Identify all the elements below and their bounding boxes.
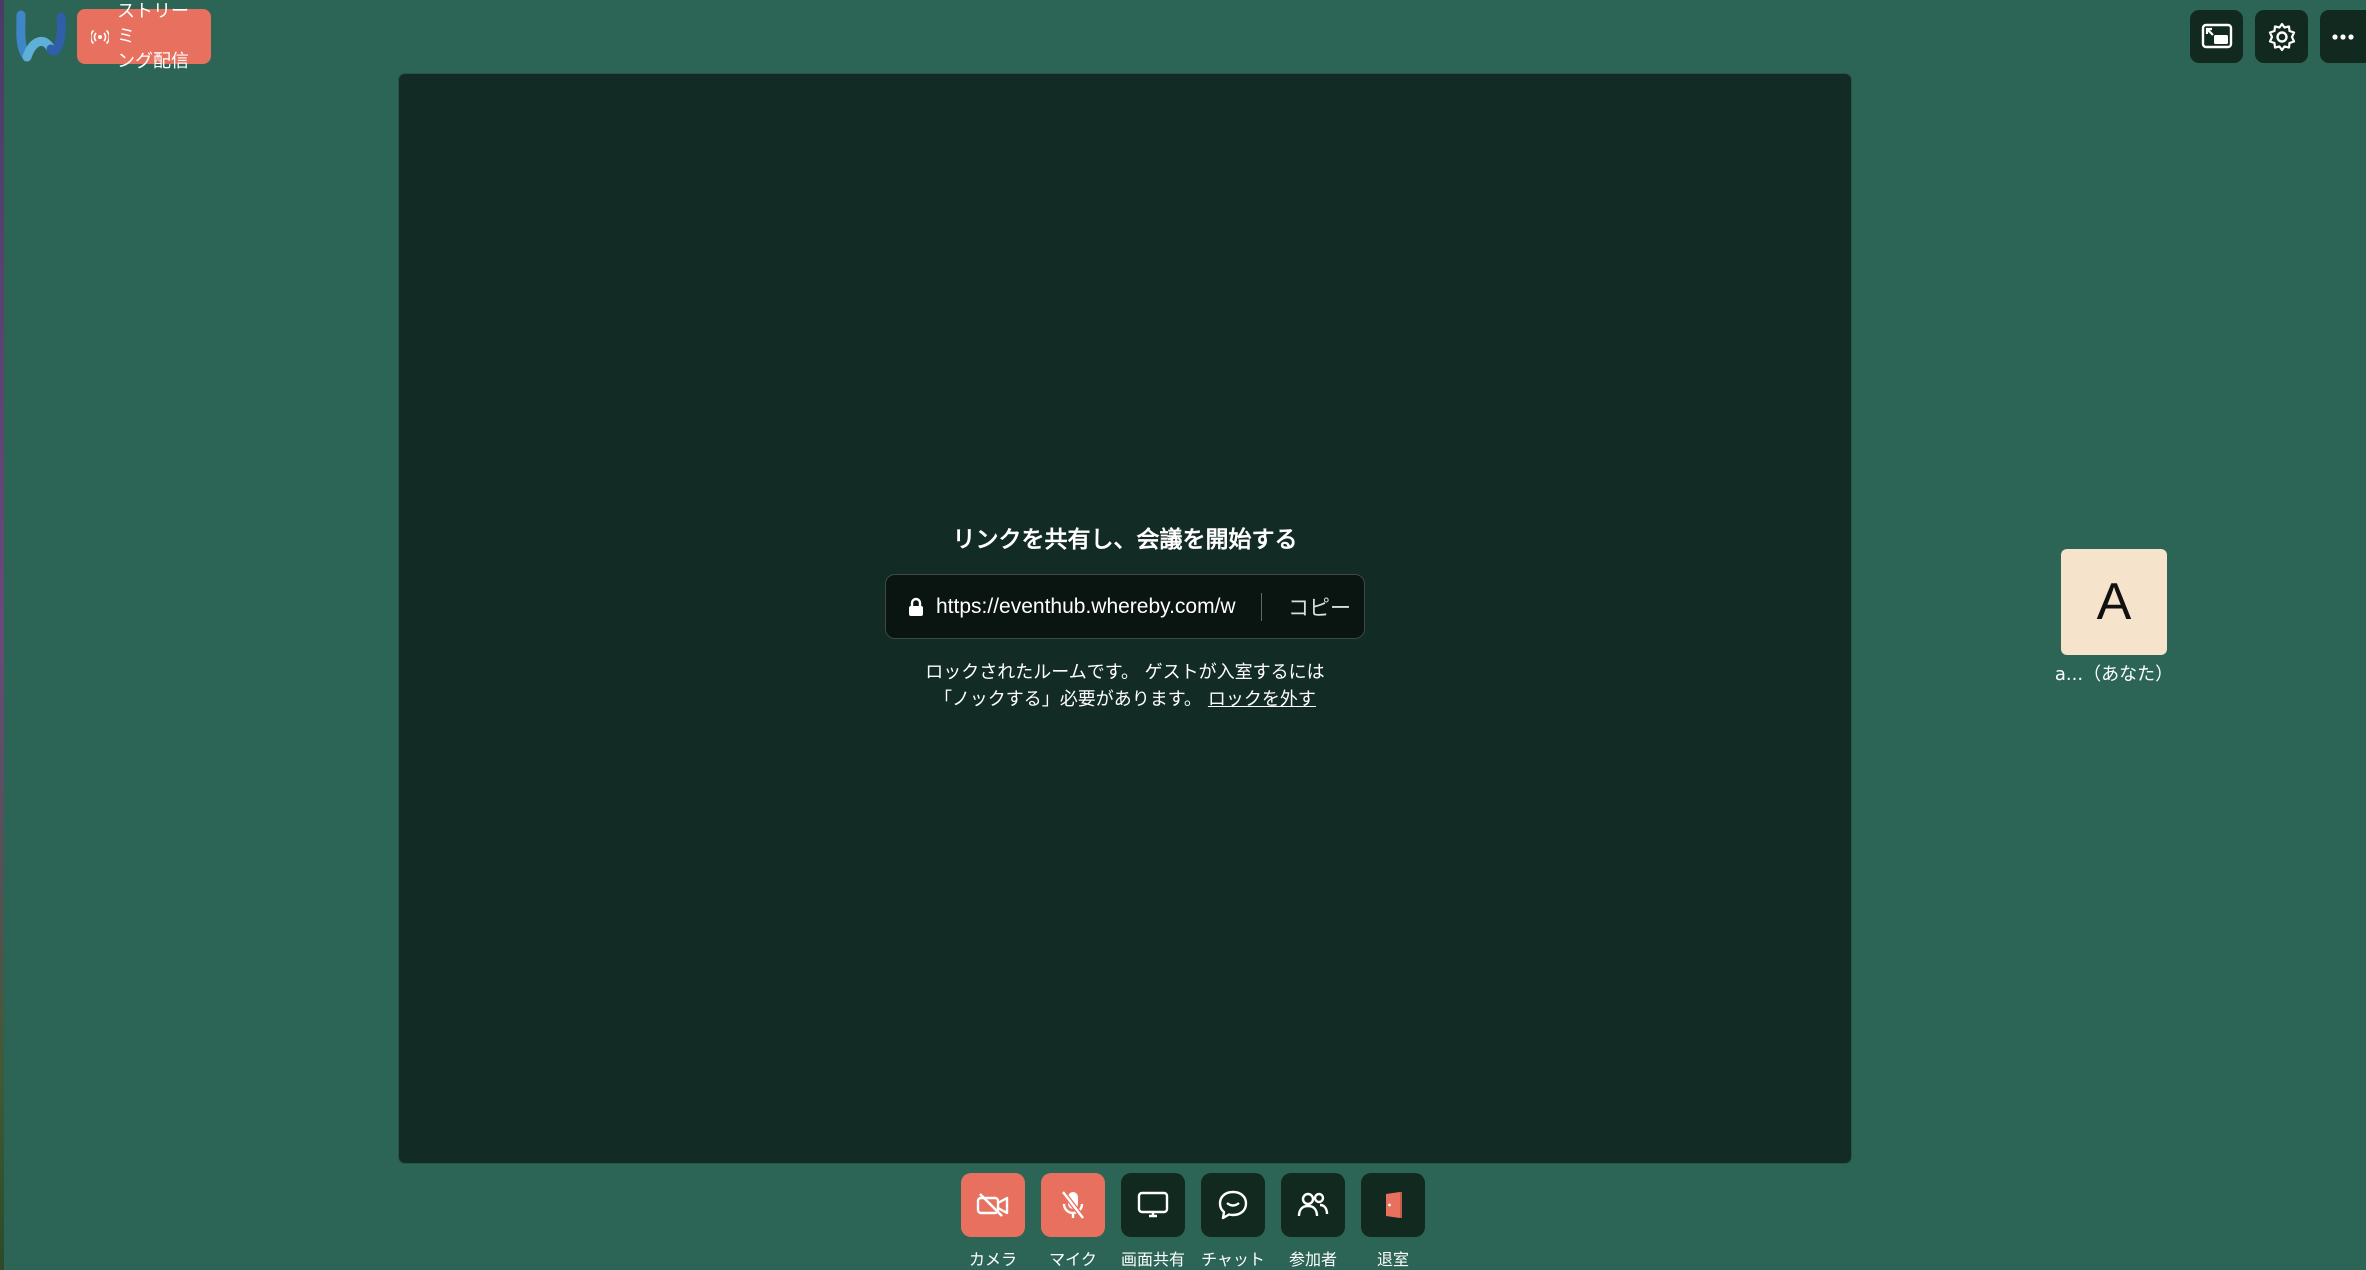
chat-button[interactable] (1201, 1173, 1265, 1237)
locked-room-note-line2: 「ノックする」必要があります。 ロックを外す (925, 686, 1324, 713)
locked-room-note-text: 「ノックする」必要があります。 (934, 689, 1202, 710)
leave-label: 退室 (1376, 1250, 1409, 1269)
room-link-field: コピー (885, 574, 1365, 639)
streaming-button[interactable]: ストリーミ ング配信 (77, 1, 211, 72)
unlock-room-link[interactable]: ロックを外す (1208, 689, 1316, 710)
mic-off-icon (1061, 1190, 1085, 1220)
lock-icon (909, 597, 923, 616)
camera-off-icon (976, 1193, 1009, 1217)
camera-toggle[interactable]: カメラ (961, 1173, 1025, 1270)
mic-toggle[interactable]: マイク (1041, 1173, 1105, 1270)
settings-button[interactable] (2255, 10, 2308, 63)
leave-button[interactable] (1361, 1173, 1425, 1237)
monitor-icon (1137, 1191, 1169, 1218)
streaming-label: ストリーミ ング配信 (117, 1, 189, 72)
more-options-button[interactable] (2320, 10, 2366, 63)
self-avatar[interactable]: A (2061, 549, 2167, 655)
locked-room-note-line1: ロックされたルームです。 ゲストが入室するには (925, 662, 1325, 683)
chat-icon (1218, 1190, 1248, 1220)
camera-label: カメラ (968, 1250, 1017, 1269)
meeting-room: ストリーミ ング配信 リンクを共有し、会議を開始する https://event… (0, 0, 2366, 1270)
participants-label: 参加者 (1288, 1250, 1337, 1269)
camera-button[interactable] (961, 1173, 1025, 1237)
participants-button[interactable] (1281, 1173, 1345, 1237)
meeting-toolbar: カメラ マイク 画面共有 チャット 参加者 退室 (961, 1173, 1425, 1270)
locked-room-note: ロックされたルームです。 ゲストが入室するには 「ノックする」必要があります。ロ… (925, 659, 1324, 713)
mic-button[interactable] (1041, 1173, 1105, 1237)
screenshare-toggle[interactable]: 画面共有 (1121, 1173, 1185, 1270)
chat-toggle[interactable]: チャット (1201, 1173, 1265, 1270)
leave-room[interactable]: 退室 (1361, 1173, 1425, 1270)
gear-icon (2268, 22, 2295, 51)
broadcast-icon (91, 29, 109, 44)
more-horizontal-icon (2332, 33, 2354, 40)
mic-label: マイク (1049, 1250, 1097, 1269)
picture-in-picture-button[interactable] (2190, 10, 2243, 63)
avatar-initial: A (2096, 573, 2132, 631)
door-exit-icon (1386, 1192, 1402, 1218)
screenshare-label: 画面共有 (1121, 1250, 1186, 1269)
share-link-panel: リンクを共有し、会議を開始する コピー ロックされたルームです。 ゲストが入室す… (399, 523, 1851, 713)
screenshare-button[interactable] (1121, 1173, 1185, 1237)
share-title: リンクを共有し、会議を開始する (952, 527, 1298, 553)
link-divider (1261, 592, 1262, 621)
copy-link-button[interactable]: コピー (1274, 592, 1364, 622)
picture-in-picture-icon (2201, 23, 2232, 48)
chat-label: チャット (1201, 1250, 1265, 1269)
self-name-label: a...（あなた） (2054, 664, 2174, 685)
people-icon (1297, 1192, 1329, 1217)
top-right-controls (2190, 10, 2366, 63)
whereby-logo-icon[interactable] (13, 9, 69, 65)
video-stage: リンクを共有し、会議を開始する コピー ロックされたルームです。 ゲストが入室す… (399, 74, 1851, 1163)
participants-toggle[interactable]: 参加者 (1281, 1173, 1345, 1270)
room-url-input[interactable] (936, 586, 1255, 627)
window-edge (0, 0, 4, 1270)
